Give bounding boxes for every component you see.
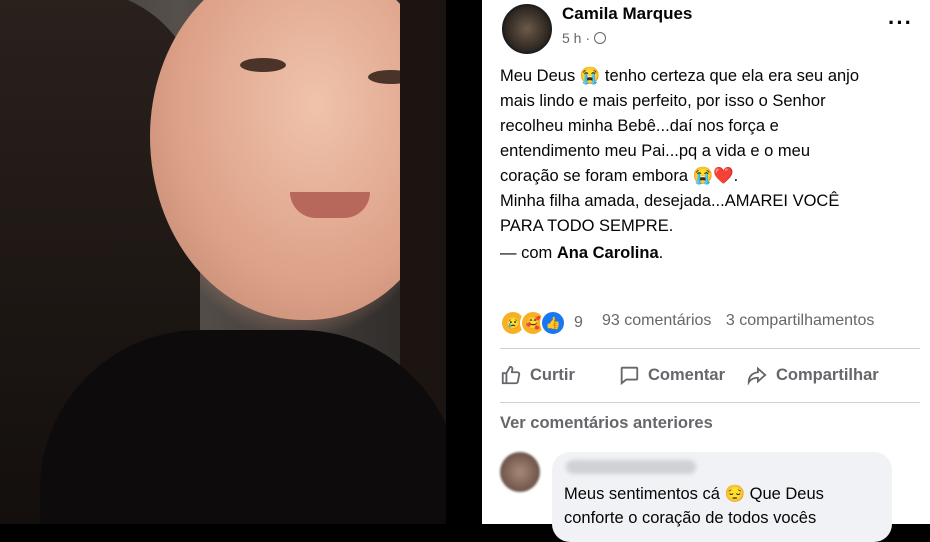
reaction-summary[interactable]: 😢 🥰 👍 9: [500, 310, 583, 336]
share-count[interactable]: 3 compartilhamentos: [726, 312, 875, 329]
author-avatar[interactable]: [502, 4, 552, 54]
reaction-count[interactable]: 9: [574, 314, 583, 332]
post-line: PARA TODO SEMPRE.: [500, 217, 674, 235]
like-icon: 👍: [540, 310, 566, 336]
meta-separator: ·: [585, 30, 591, 46]
like-label: Curtir: [530, 365, 575, 384]
with-prefix: — com: [500, 244, 557, 262]
post-line: recolheu minha Bebê...daí nos força e: [500, 117, 779, 135]
comment-bubble: Meus sentimentos cá 😔 Que Deus conforte …: [552, 452, 892, 542]
with-suffix: .: [658, 244, 664, 262]
comment-text: Meus sentimentos cá 😔 Que Deus conforte …: [564, 482, 884, 530]
share-label: Compartilhar: [776, 365, 879, 384]
comment-line: conforte o coração de todos vocês: [564, 509, 817, 527]
comment-button[interactable]: Comentar: [618, 364, 725, 386]
post-body: Meu Deus 😭 tenho certeza que ela era seu…: [500, 64, 920, 239]
like-button[interactable]: Curtir: [500, 364, 575, 386]
post-line: mais lindo e mais perfeito, por isso o S…: [500, 92, 826, 110]
share-icon: [747, 366, 767, 386]
comment-icon: [620, 366, 639, 386]
separator-line: [500, 348, 920, 349]
author-name[interactable]: Camila Marques: [562, 4, 692, 24]
globe-icon: [594, 32, 607, 44]
blurred-commenter-name: [566, 460, 696, 474]
tagged-with: — com Ana Carolina.: [500, 244, 663, 263]
commenter-avatar[interactable]: [500, 452, 540, 492]
post-line: entendimento meu Pai...pq a vida e o meu: [500, 142, 811, 160]
facebook-post: Camila Marques 5 h · ··· Meu Deus 😭 tenh…: [482, 0, 930, 542]
post-line: Minha filha amada, desejada...AMAREI VOC…: [500, 192, 840, 210]
comment-label: Comentar: [648, 365, 726, 384]
share-button[interactable]: Compartilhar: [746, 364, 879, 386]
separator-line: [500, 402, 920, 403]
post-stats: 93 comentários 3 compartilhamentos: [602, 312, 884, 330]
post-line: Meu Deus 😭 tenho certeza que ela era seu…: [500, 67, 860, 85]
view-previous-comments[interactable]: Ver comentários anteriores: [500, 414, 713, 433]
post-meta: 5 h ·: [562, 30, 607, 46]
post-time[interactable]: 5 h: [562, 30, 581, 46]
comment-count[interactable]: 93 comentários: [602, 312, 711, 329]
profile-photo: [0, 0, 446, 524]
tagged-person[interactable]: Ana Carolina: [557, 244, 659, 262]
post-line: coração se foram embora 😭❤️.: [500, 167, 739, 185]
divider: [446, 0, 482, 524]
comment-line: Meus sentimentos cá 😔 Que Deus: [564, 485, 824, 503]
more-options-icon[interactable]: ···: [888, 10, 913, 36]
thumbs-up-icon: [501, 365, 521, 385]
